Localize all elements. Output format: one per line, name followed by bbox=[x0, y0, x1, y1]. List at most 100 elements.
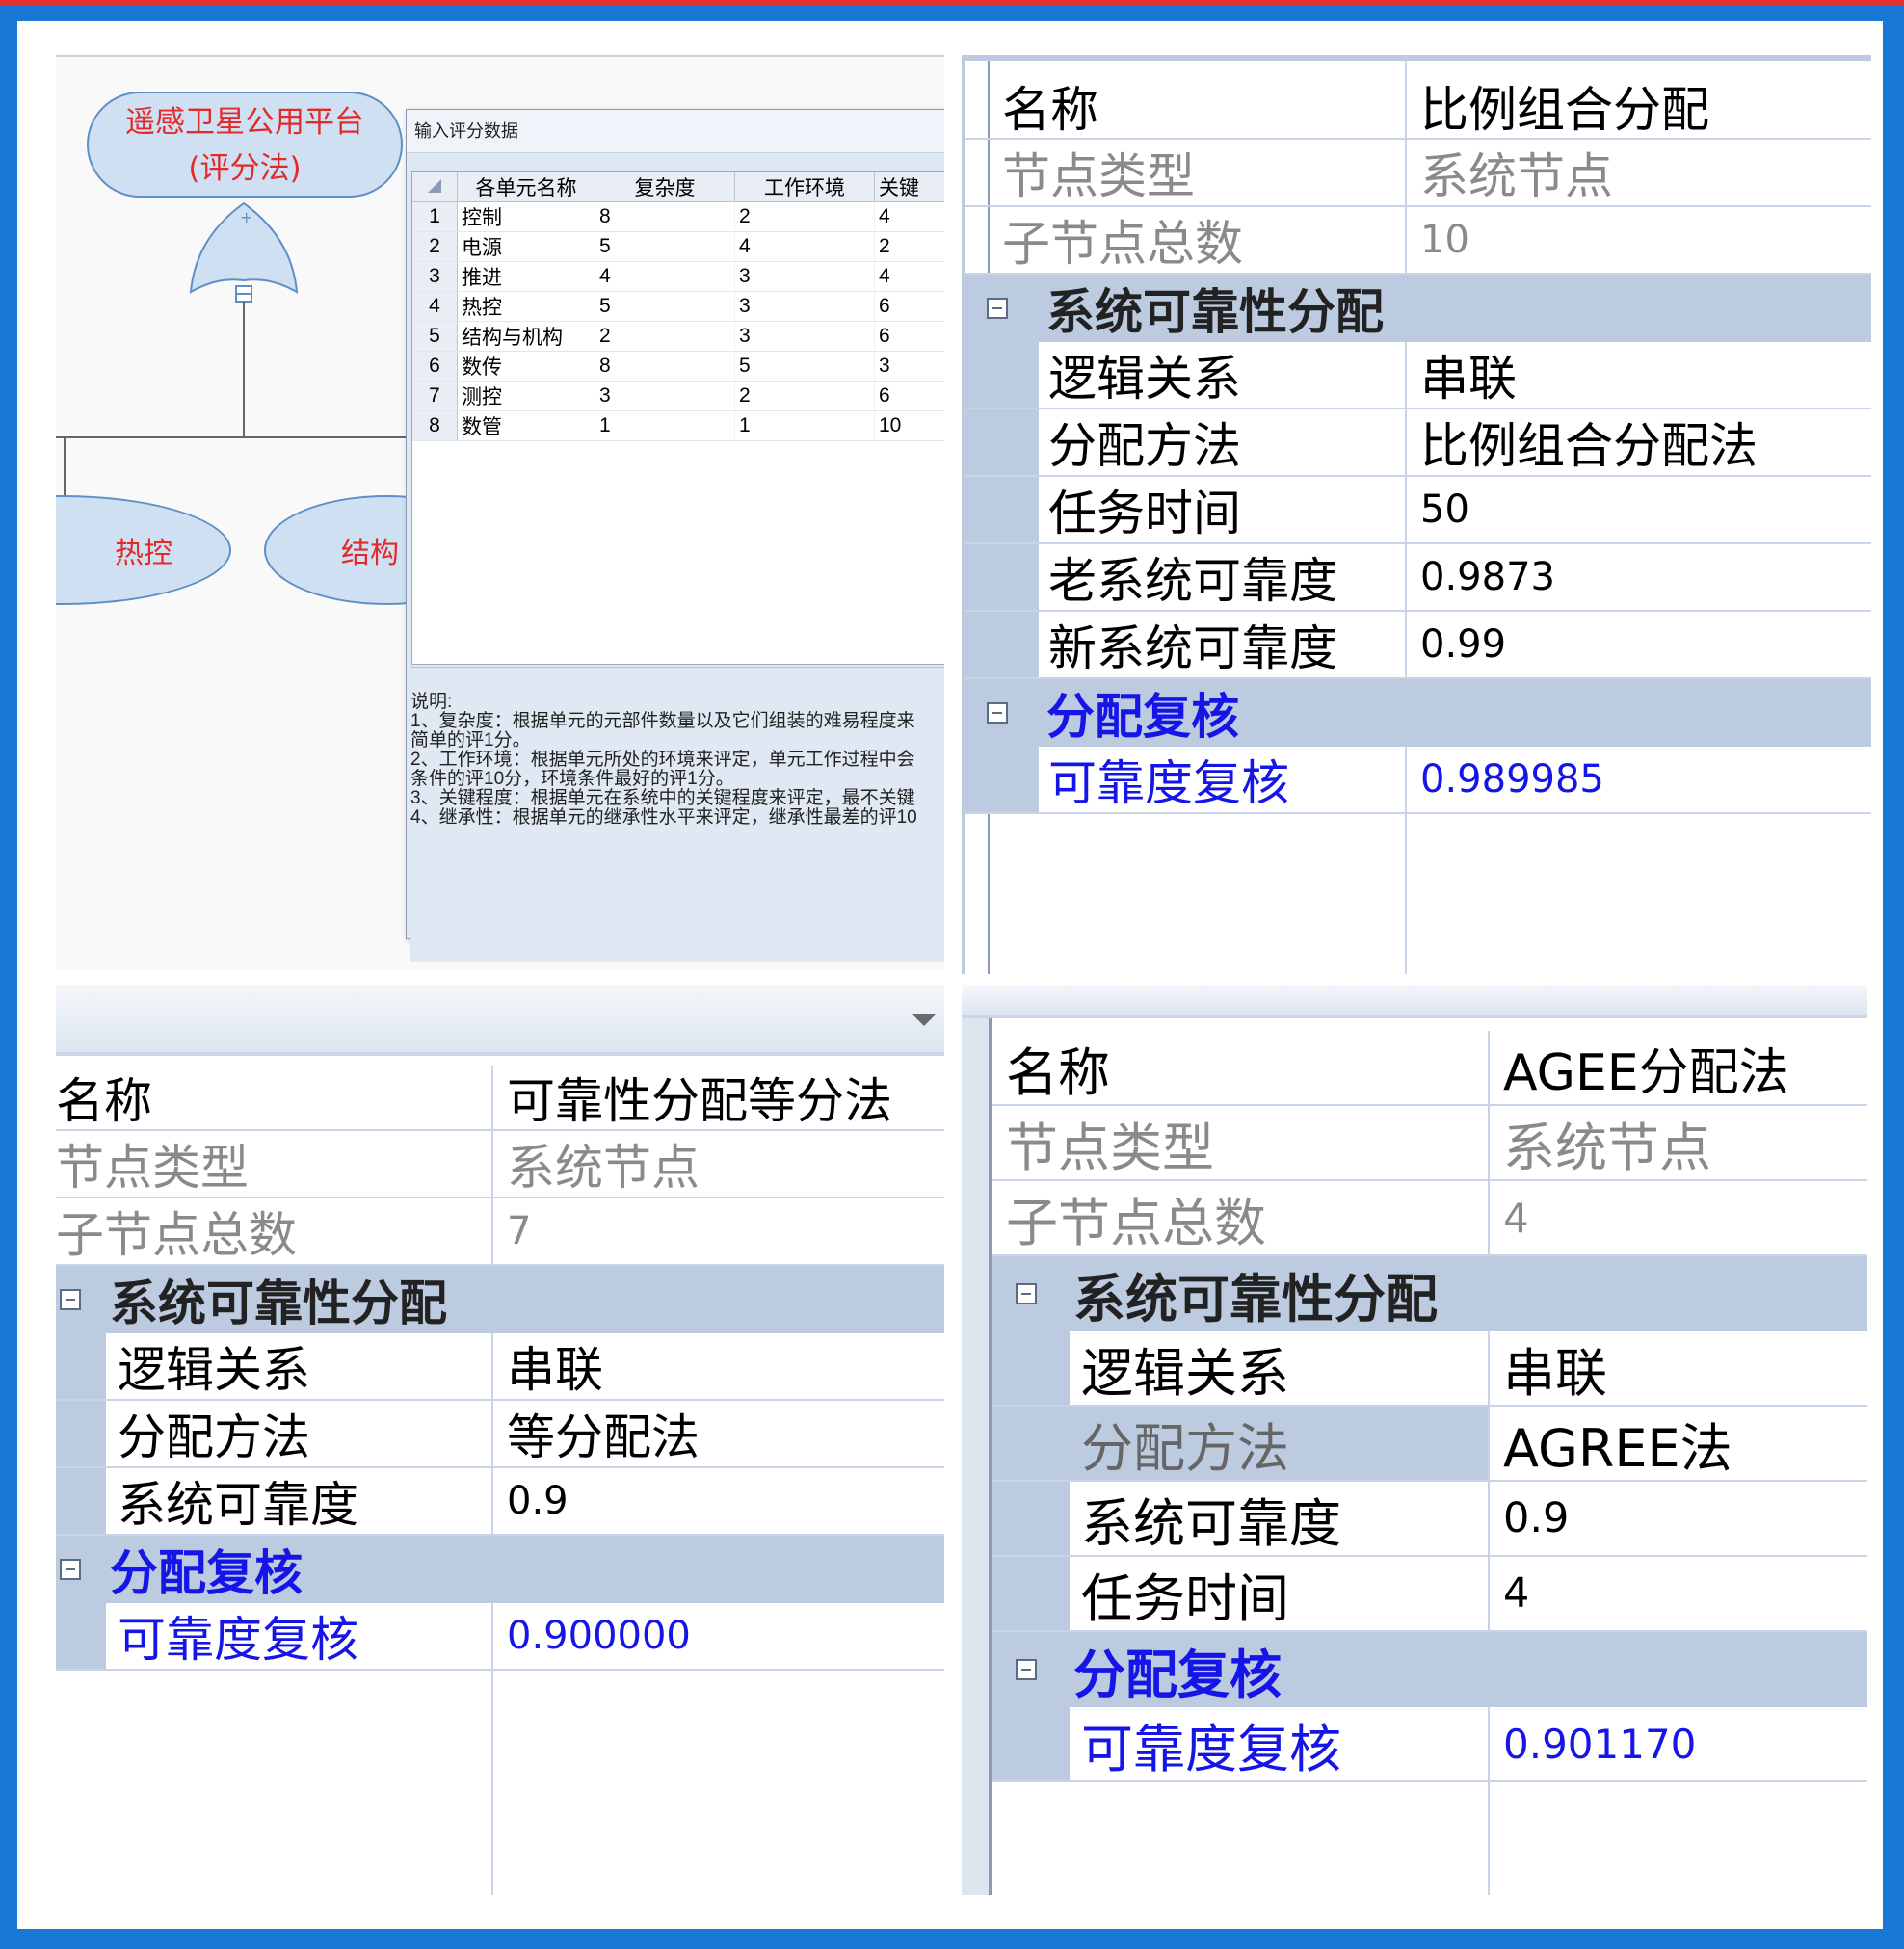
tree-node-thermal[interactable]: 热控 bbox=[56, 495, 231, 605]
table-cell[interactable]: 5 bbox=[595, 291, 735, 322]
category-system-reliability[interactable]: 系统可靠性分配 bbox=[992, 1256, 1867, 1331]
category-allocation-check[interactable]: 分配复核 bbox=[56, 1536, 944, 1603]
property-value[interactable]: 0.9 bbox=[493, 1468, 944, 1534]
table-cell[interactable]: 1 bbox=[595, 410, 735, 441]
table-cell[interactable]: 3 bbox=[734, 261, 875, 292]
table-cell[interactable]: 6 bbox=[874, 291, 944, 322]
table-cell[interactable]: 8 bbox=[595, 351, 735, 382]
table-cell[interactable]: 控制 bbox=[457, 201, 595, 232]
property-row[interactable]: 逻辑关系 串联 bbox=[992, 1331, 1867, 1407]
property-value[interactable]: 串联 bbox=[493, 1333, 944, 1399]
table-row[interactable]: 3 推进 4 3 4 bbox=[412, 261, 944, 292]
property-row-name[interactable]: 名称 比例组合分配 bbox=[965, 74, 1871, 140]
property-value[interactable]: 串联 bbox=[1407, 342, 1871, 408]
grid-corner[interactable] bbox=[412, 172, 458, 202]
property-row-reliability-check[interactable]: 可靠度复核 0.989985 bbox=[965, 747, 1871, 814]
property-value[interactable]: 可靠性分配等分法 bbox=[493, 1066, 944, 1129]
table-cell[interactable]: 3 bbox=[734, 321, 875, 352]
property-value[interactable]: 0.99 bbox=[1407, 612, 1871, 677]
table-row[interactable]: 6 数传 8 5 3 bbox=[412, 351, 944, 382]
property-value[interactable]: 串联 bbox=[1490, 1331, 1867, 1405]
tree-root-node[interactable]: 遥感卫星公用平台 (评分法) bbox=[87, 92, 403, 198]
property-row[interactable]: 系统可靠度 0.9 bbox=[56, 1468, 944, 1536]
property-row-type[interactable]: 节点类型 系统节点 bbox=[992, 1106, 1867, 1181]
column-header[interactable]: 复杂度 bbox=[595, 172, 735, 202]
property-row-type[interactable]: 节点类型 系统节点 bbox=[965, 140, 1871, 207]
property-value[interactable]: 等分配法 bbox=[493, 1401, 944, 1466]
property-value[interactable]: 50 bbox=[1407, 477, 1871, 542]
property-row-name[interactable]: 名称 可靠性分配等分法 bbox=[56, 1066, 944, 1131]
table-cell[interactable]: 热控 bbox=[457, 291, 595, 322]
property-row[interactable]: 分配方法 等分配法 bbox=[56, 1401, 944, 1468]
collapse-icon[interactable] bbox=[1016, 1283, 1037, 1304]
table-row[interactable]: 4 热控 5 3 6 bbox=[412, 291, 944, 322]
table-cell[interactable]: 4 bbox=[734, 231, 875, 262]
table-cell[interactable]: 1 bbox=[734, 410, 875, 441]
table-cell[interactable]: 3 bbox=[734, 291, 875, 322]
table-cell[interactable]: 2 bbox=[734, 201, 875, 232]
property-row-children[interactable]: 子节点总数 7 bbox=[56, 1198, 944, 1266]
property-row[interactable]: 分配方法 比例组合分配法 bbox=[965, 409, 1871, 477]
table-cell[interactable]: 4 bbox=[595, 261, 735, 292]
property-row-children[interactable]: 子节点总数 4 bbox=[992, 1181, 1867, 1256]
table-row[interactable]: 5 结构与机构 2 3 6 bbox=[412, 321, 944, 352]
table-cell[interactable]: 2 bbox=[734, 381, 875, 411]
category-system-reliability[interactable]: 系统可靠性分配 bbox=[56, 1266, 944, 1333]
property-row[interactable]: 分配方法 AGREE法 bbox=[992, 1407, 1867, 1482]
collapse-icon[interactable] bbox=[987, 702, 1008, 724]
property-row[interactable]: 任务时间 50 bbox=[965, 477, 1871, 544]
property-row[interactable]: 任务时间 4 bbox=[992, 1557, 1867, 1632]
table-cell[interactable]: 5 bbox=[595, 231, 735, 262]
chevron-down-icon[interactable] bbox=[910, 1010, 939, 1029]
property-value[interactable]: AGREE法 bbox=[1490, 1407, 1867, 1480]
property-row-reliability-check[interactable]: 可靠度复核 0.901170 bbox=[992, 1707, 1867, 1782]
collapse-icon[interactable] bbox=[60, 1559, 81, 1580]
table-cell[interactable]: 结构与机构 bbox=[457, 321, 595, 352]
score-grid[interactable]: 各单元名称 复杂度 工作环境 关键 1 控制 8 2 4 2 电源 5 4 2 3 推进 4 3 4 4 热控 5… bbox=[411, 171, 944, 665]
table-row[interactable]: 2 电源 5 4 2 bbox=[412, 231, 944, 262]
property-row-reliability-check[interactable]: 可靠度复核 0.900000 bbox=[56, 1603, 944, 1671]
table-cell[interactable]: 4 bbox=[874, 201, 944, 232]
table-cell[interactable]: 推进 bbox=[457, 261, 595, 292]
property-row[interactable]: 逻辑关系 串联 bbox=[965, 342, 1871, 409]
property-value[interactable]: 比例组合分配法 bbox=[1407, 409, 1871, 475]
table-cell[interactable]: 4 bbox=[874, 261, 944, 292]
table-cell[interactable]: 数管 bbox=[457, 410, 595, 441]
property-row-name[interactable]: 名称 AGEE分配法 bbox=[992, 1031, 1867, 1106]
collapse-icon[interactable] bbox=[60, 1289, 81, 1310]
property-row-type[interactable]: 节点类型 系统节点 bbox=[56, 1131, 944, 1198]
collapse-icon[interactable] bbox=[1016, 1659, 1037, 1680]
collapse-icon[interactable] bbox=[987, 298, 1008, 319]
table-cell[interactable]: 数传 bbox=[457, 351, 595, 382]
table-row[interactable]: 1 控制 8 2 4 bbox=[412, 201, 944, 232]
table-row[interactable]: 7 测控 3 2 6 bbox=[412, 381, 944, 411]
property-value[interactable]: 4 bbox=[1490, 1557, 1867, 1630]
property-value[interactable]: 0.9 bbox=[1490, 1482, 1867, 1555]
property-row[interactable]: 老系统可靠度 0.9873 bbox=[965, 544, 1871, 612]
category-system-reliability[interactable]: 系统可靠性分配 bbox=[965, 275, 1871, 342]
table-cell[interactable]: 电源 bbox=[457, 231, 595, 262]
table-cell[interactable]: 2 bbox=[595, 321, 735, 352]
column-header[interactable]: 工作环境 bbox=[734, 172, 875, 202]
table-cell[interactable]: 3 bbox=[595, 381, 735, 411]
column-header[interactable]: 关键 bbox=[874, 172, 944, 202]
category-allocation-check[interactable]: 分配复核 bbox=[992, 1632, 1867, 1707]
property-row-children[interactable]: 子节点总数 10 bbox=[965, 207, 1871, 275]
table-cell[interactable]: 8 bbox=[595, 201, 735, 232]
table-cell[interactable]: 6 bbox=[874, 321, 944, 352]
property-row[interactable]: 逻辑关系 串联 bbox=[56, 1333, 944, 1401]
table-cell[interactable]: 测控 bbox=[457, 381, 595, 411]
table-cell[interactable]: 2 bbox=[874, 231, 944, 262]
table-cell[interactable]: 10 bbox=[874, 410, 944, 441]
property-row[interactable]: 新系统可靠度 0.99 bbox=[965, 612, 1871, 679]
category-allocation-check[interactable]: 分配复核 bbox=[965, 679, 1871, 747]
table-cell[interactable]: 3 bbox=[874, 351, 944, 382]
property-row[interactable]: 系统可靠度 0.9 bbox=[992, 1482, 1867, 1557]
table-cell[interactable]: 5 bbox=[734, 351, 875, 382]
property-value[interactable]: AGEE分配法 bbox=[1490, 1031, 1867, 1104]
column-header[interactable]: 各单元名称 bbox=[457, 172, 595, 202]
property-value[interactable]: 0.9873 bbox=[1407, 544, 1871, 610]
table-cell[interactable]: 6 bbox=[874, 381, 944, 411]
property-value[interactable]: 比例组合分配 bbox=[1407, 74, 1871, 138]
table-row[interactable]: 8 数管 1 1 10 bbox=[412, 410, 944, 441]
